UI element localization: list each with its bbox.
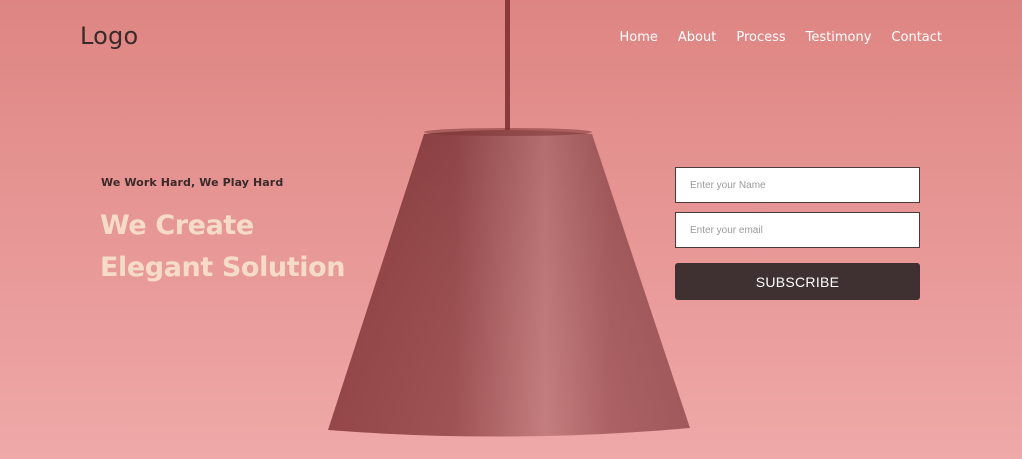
hero-headline: We Create Elegant Solution [100,205,345,289]
site-logo[interactable]: Logo [80,22,138,50]
hero-headline-line-2: Elegant Solution [100,252,346,283]
nav-link-contact[interactable]: Contact [891,30,942,45]
email-input[interactable] [675,212,920,248]
hero-tagline: We Work Hard, We Play Hard [101,176,284,189]
subscribe-form: SUBSCRIBE [675,167,920,300]
nav-link-about[interactable]: About [678,30,716,45]
nav-link-process[interactable]: Process [736,30,785,45]
hero-section: Logo Home About Process Testimony Contac… [0,0,1022,459]
nav-link-testimony[interactable]: Testimony [806,30,872,45]
main-nav: Home About Process Testimony Contact [620,30,943,45]
hero-headline-line-1: We Create [100,210,254,241]
nav-link-home[interactable]: Home [620,30,658,45]
name-input[interactable] [675,167,920,203]
subscribe-button[interactable]: SUBSCRIBE [675,263,920,300]
